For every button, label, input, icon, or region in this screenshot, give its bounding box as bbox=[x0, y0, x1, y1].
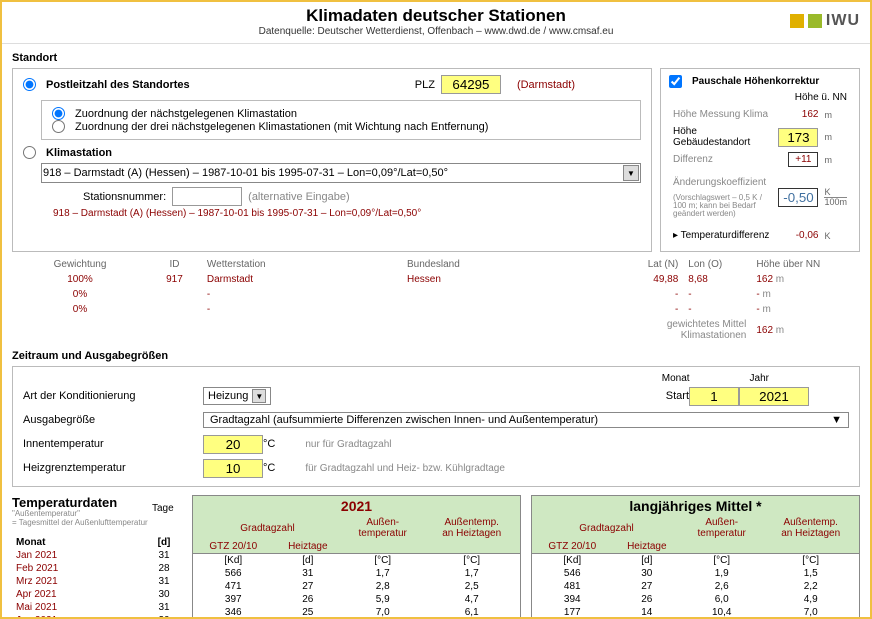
heiz-input[interactable] bbox=[203, 459, 263, 478]
station-select-value: 918 – Darmstadt (A) (Hessen) – 1987-10-0… bbox=[43, 167, 448, 179]
koef-hint: (Vorschlagswert – 0,5 K / 100 m; kann be… bbox=[671, 192, 774, 220]
start-year-input[interactable] bbox=[739, 387, 809, 406]
standort-box: Postleitzahl des Standortes PLZ (Darmsta… bbox=[12, 68, 652, 252]
tdiff-value: -0,06 bbox=[776, 228, 820, 243]
start-month-input[interactable] bbox=[689, 387, 739, 406]
diff-value: +11 bbox=[788, 152, 818, 167]
tdiff-label: ▸ Temperaturdifferenz bbox=[671, 228, 774, 243]
table-mittel: langjähriges Mittel * Gradtagzahl Außen-… bbox=[531, 495, 860, 619]
logo-square-icon bbox=[808, 14, 822, 28]
height-corr-checkbox[interactable] bbox=[669, 75, 682, 88]
height-correction-box: Pauschale Höhenkorrektur Höhe ü. NN Höhe… bbox=[660, 68, 860, 252]
chevron-down-icon: ▼ bbox=[252, 389, 266, 403]
plz-city: (Darmstadt) bbox=[517, 79, 575, 91]
assign-nearest-label: Zuordnung der nächstgelegenen Klimastati… bbox=[75, 108, 297, 120]
station-table: Gewichtung ID Wetterstation Bundesland L… bbox=[12, 256, 860, 344]
mess-label: Höhe Messung Klima bbox=[671, 107, 774, 122]
art-select[interactable]: Heizung▼ bbox=[203, 387, 271, 405]
koef-label: Änderungskoeffizient bbox=[671, 175, 774, 190]
plz-input[interactable] bbox=[441, 75, 501, 94]
art-label: Art der Konditionierung bbox=[23, 390, 203, 402]
stationsnr-label: Stationsnummer: bbox=[83, 191, 166, 203]
assign-nearest-radio[interactable] bbox=[52, 107, 65, 120]
logo: IWU bbox=[790, 12, 860, 30]
ausg-select[interactable]: Gradtagzahl (aufsummierte Differenzen zw… bbox=[203, 412, 849, 428]
plz-radio[interactable] bbox=[23, 78, 36, 91]
innen-input[interactable] bbox=[203, 435, 263, 454]
plz-radio-label: Postleitzahl des Standortes bbox=[46, 79, 190, 91]
chevron-down-icon: ▼ bbox=[623, 165, 639, 181]
heiz-label: Heizgrenztemperatur bbox=[23, 462, 203, 474]
innen-label: Innentemperatur bbox=[23, 438, 203, 450]
innen-hint: nur für Gradtagzahl bbox=[305, 439, 391, 450]
table-2021: 2021 Gradtagzahl Außen- temperatur Außen… bbox=[192, 495, 521, 619]
section-standort-label: Standort bbox=[12, 52, 860, 64]
page-title: Klimadaten deutscher Stationen bbox=[10, 6, 862, 26]
stationsnr-input[interactable] bbox=[172, 187, 242, 206]
diff-label: Differenz bbox=[671, 152, 774, 167]
assign-three-label: Zuordnung der drei nächstgelegenen Klima… bbox=[75, 121, 488, 133]
page-subtitle: Datenquelle: Deutscher Wetterdienst, Off… bbox=[10, 26, 862, 37]
mess-value: 162 bbox=[802, 109, 819, 120]
geb-label: Höhe Gebäudestandort bbox=[671, 124, 774, 150]
koef-input[interactable] bbox=[778, 188, 818, 207]
header: Klimadaten deutscher Stationen Datenquel… bbox=[2, 2, 870, 44]
chevron-down-icon: ▼ bbox=[831, 414, 842, 426]
heiz-hint: für Gradtagzahl und Heiz- bzw. Kühlgradt… bbox=[305, 463, 505, 474]
ausg-label: Ausgabegröße bbox=[23, 414, 203, 426]
stationsnr-hint: (alternative Eingabe) bbox=[248, 191, 350, 203]
geb-input[interactable] bbox=[778, 128, 818, 147]
nn-label: Höhe ü. NN bbox=[776, 90, 849, 105]
logo-square-icon bbox=[790, 14, 804, 28]
assign-three-radio[interactable] bbox=[52, 120, 65, 133]
section-zeitraum-label: Zeitraum und Ausgabegrößen bbox=[12, 350, 860, 362]
height-corr-label: Pauschale Höhenkorrektur bbox=[692, 76, 819, 87]
logo-text: IWU bbox=[826, 12, 860, 30]
plz-label: PLZ bbox=[415, 79, 435, 91]
zeitraum-box: Monat Jahr Art der Konditionierung Heizu… bbox=[12, 366, 860, 487]
klimastation-radio[interactable] bbox=[23, 146, 36, 159]
station-select[interactable]: 918 – Darmstadt (A) (Hessen) – 1987-10-0… bbox=[41, 163, 641, 183]
station-echo: 918 – Darmstadt (A) (Hessen) – 1987-10-0… bbox=[53, 208, 641, 219]
klimastation-radio-label: Klimastation bbox=[46, 147, 112, 159]
